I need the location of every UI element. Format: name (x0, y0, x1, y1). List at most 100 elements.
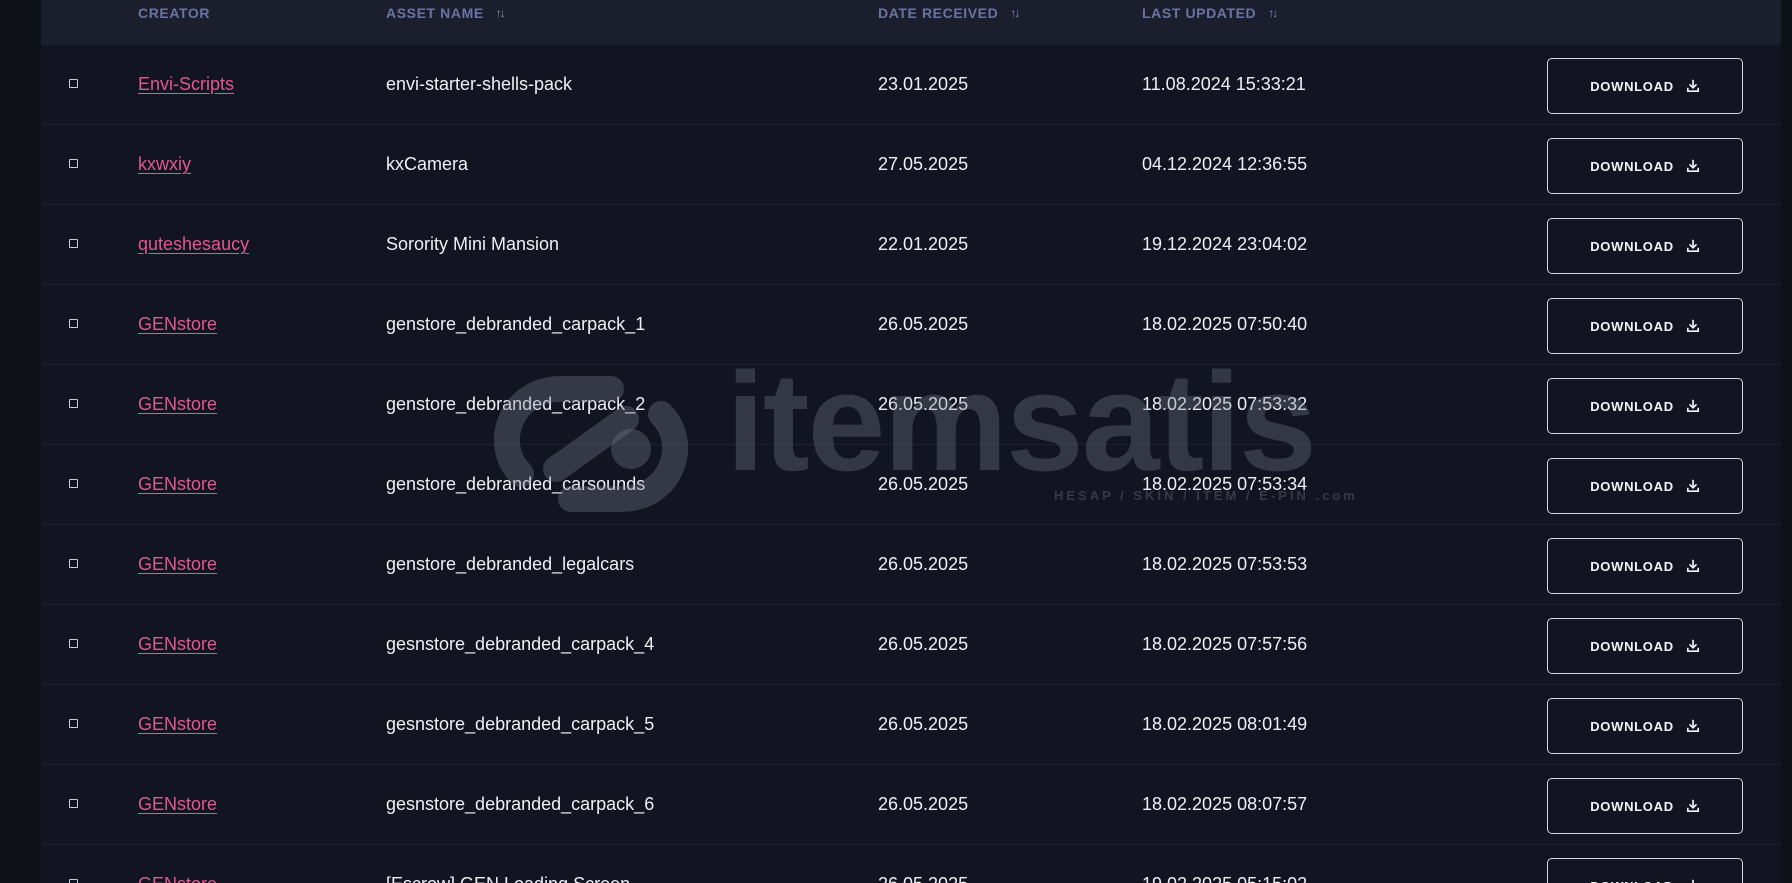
row-checkbox[interactable] (69, 239, 78, 248)
page: CREATOR ASSET NAME ↑↓ DATE RECEIVED ↑↓ L… (0, 0, 1792, 883)
creator-link[interactable]: GENstore (138, 714, 217, 735)
row-checkbox[interactable] (69, 799, 78, 808)
download-icon (1686, 559, 1699, 573)
download-button-label: DOWNLOAD (1590, 478, 1674, 494)
download-button[interactable]: DOWNLOAD (1547, 138, 1743, 194)
date-received-cell: 26.05.2025 (878, 714, 969, 734)
date-received-cell: 26.05.2025 (878, 794, 969, 814)
download-icon (1686, 239, 1699, 253)
download-button-label: DOWNLOAD (1590, 718, 1674, 734)
column-header-date-received[interactable]: DATE RECEIVED ↑↓ (878, 5, 1020, 21)
download-button-label: DOWNLOAD (1590, 879, 1674, 883)
creator-link[interactable]: GENstore (138, 474, 217, 495)
download-button-label: DOWNLOAD (1590, 78, 1674, 94)
table-row: quteshesaucy Sorority Mini Mansion 22.01… (41, 205, 1781, 285)
download-button-label: DOWNLOAD (1590, 798, 1674, 814)
creator-link[interactable]: kxwxiy (138, 154, 191, 175)
last-updated-cell: 04.12.2024 12:36:55 (1142, 154, 1308, 174)
download-button[interactable]: DOWNLOAD (1547, 298, 1743, 354)
download-button[interactable]: DOWNLOAD (1547, 458, 1743, 514)
asset-name-cell: gesnstore_debranded_carpack_5 (386, 714, 655, 734)
download-icon (1686, 399, 1699, 413)
row-checkbox[interactable] (69, 479, 78, 488)
asset-name-cell: genstore_debranded_carpack_2 (386, 394, 646, 414)
download-button[interactable]: DOWNLOAD (1547, 618, 1743, 674)
creator-link[interactable]: GENstore (138, 634, 217, 655)
sort-arrows-icon[interactable]: ↑↓ (1010, 7, 1020, 19)
download-icon (1686, 639, 1699, 653)
column-header-last-updated-label: LAST UPDATED (1142, 5, 1257, 21)
asset-name-cell: genstore_debranded_carsounds (386, 474, 646, 494)
date-received-cell: 22.01.2025 (878, 234, 969, 254)
sort-arrows-icon[interactable]: ↑↓ (496, 7, 506, 19)
download-icon (1686, 79, 1699, 93)
column-header-creator-label: CREATOR (138, 5, 211, 21)
column-header-last-updated[interactable]: LAST UPDATED ↑↓ (1142, 5, 1278, 21)
table-row: GENstore genstore_debranded_carsounds 26… (41, 445, 1781, 525)
last-updated-cell: 11.08.2024 15:33:21 (1142, 74, 1306, 94)
creator-link[interactable]: GENstore (138, 554, 217, 575)
last-updated-cell: 18.02.2025 08:07:57 (1142, 794, 1308, 814)
table-row: GENstore [Escrow] GEN Loading Screen 26.… (41, 845, 1781, 883)
creator-link[interactable]: GENstore (138, 314, 217, 335)
last-updated-cell: 19.02.2025 05:15:02 (1142, 874, 1307, 883)
download-button[interactable]: DOWNLOAD (1547, 858, 1743, 883)
date-received-cell: 26.05.2025 (878, 554, 969, 574)
creator-link[interactable]: GENstore (138, 874, 217, 883)
download-button[interactable]: DOWNLOAD (1547, 218, 1743, 274)
table-row: GENstore gesnstore_debranded_carpack_4 2… (41, 605, 1781, 685)
last-updated-cell: 19.12.2024 23:04:02 (1142, 234, 1308, 254)
row-checkbox[interactable] (69, 319, 78, 328)
row-checkbox[interactable] (69, 159, 78, 168)
download-button-label: DOWNLOAD (1590, 398, 1674, 414)
table-row: GENstore genstore_debranded_carpack_2 26… (41, 365, 1781, 445)
download-button[interactable]: DOWNLOAD (1547, 698, 1743, 754)
creator-link[interactable]: GENstore (138, 394, 217, 415)
row-checkbox[interactable] (69, 719, 78, 728)
asset-name-cell: kxCamera (386, 154, 469, 174)
table-row: Envi-Scripts envi-starter-shells-pack 23… (41, 45, 1781, 125)
table-row: GENstore genstore_debranded_legalcars 26… (41, 525, 1781, 605)
date-received-cell: 27.05.2025 (878, 154, 969, 174)
download-button[interactable]: DOWNLOAD (1547, 58, 1743, 114)
download-button-label: DOWNLOAD (1590, 558, 1674, 574)
last-updated-cell: 18.02.2025 07:50:40 (1142, 314, 1308, 334)
date-received-cell: 26.05.2025 (878, 474, 969, 494)
row-checkbox[interactable] (69, 79, 78, 88)
row-checkbox[interactable] (69, 639, 78, 648)
download-icon (1691, 879, 1694, 883)
download-button[interactable]: DOWNLOAD (1547, 538, 1743, 594)
assets-table: CREATOR ASSET NAME ↑↓ DATE RECEIVED ↑↓ L… (41, 0, 1781, 883)
download-button[interactable]: DOWNLOAD (1547, 378, 1743, 434)
last-updated-cell: 18.02.2025 08:01:49 (1142, 714, 1308, 734)
creator-link[interactable]: GENstore (138, 794, 217, 815)
table-row: GENstore gesnstore_debranded_carpack_5 2… (41, 685, 1781, 765)
column-header-asset-name[interactable]: ASSET NAME ↑↓ (386, 5, 506, 21)
download-icon (1686, 319, 1699, 333)
row-checkbox[interactable] (69, 559, 78, 568)
download-button-label: DOWNLOAD (1590, 238, 1674, 254)
asset-name-cell: [Escrow] GEN Loading Screen (386, 874, 630, 883)
last-updated-cell: 18.02.2025 07:57:56 (1142, 634, 1308, 654)
date-received-cell: 26.05.2025 (878, 394, 969, 414)
row-checkbox[interactable] (69, 399, 78, 408)
asset-name-cell: genstore_debranded_legalcars (386, 554, 635, 574)
last-updated-cell: 18.02.2025 07:53:53 (1142, 554, 1308, 574)
sort-arrows-icon[interactable]: ↑↓ (1268, 7, 1278, 19)
table-row: GENstore genstore_debranded_carpack_1 26… (41, 285, 1781, 365)
last-updated-cell: 18.02.2025 07:53:32 (1142, 394, 1308, 414)
date-received-cell: 23.01.2025 (878, 74, 969, 94)
column-header-asset-name-label: ASSET NAME (386, 5, 484, 21)
asset-name-cell: Sorority Mini Mansion (386, 234, 560, 254)
download-icon (1686, 479, 1699, 493)
download-button-label: DOWNLOAD (1590, 318, 1674, 334)
column-header-date-received-label: DATE RECEIVED (878, 5, 999, 21)
download-icon (1686, 719, 1699, 733)
download-button-label: DOWNLOAD (1590, 158, 1674, 174)
asset-name-cell: genstore_debranded_carpack_1 (386, 314, 646, 334)
creator-link[interactable]: quteshesaucy (138, 234, 249, 255)
last-updated-cell: 18.02.2025 07:53:34 (1142, 474, 1308, 494)
download-button[interactable]: DOWNLOAD (1547, 778, 1743, 834)
row-checkbox[interactable] (69, 879, 78, 883)
creator-link[interactable]: Envi-Scripts (138, 74, 234, 95)
